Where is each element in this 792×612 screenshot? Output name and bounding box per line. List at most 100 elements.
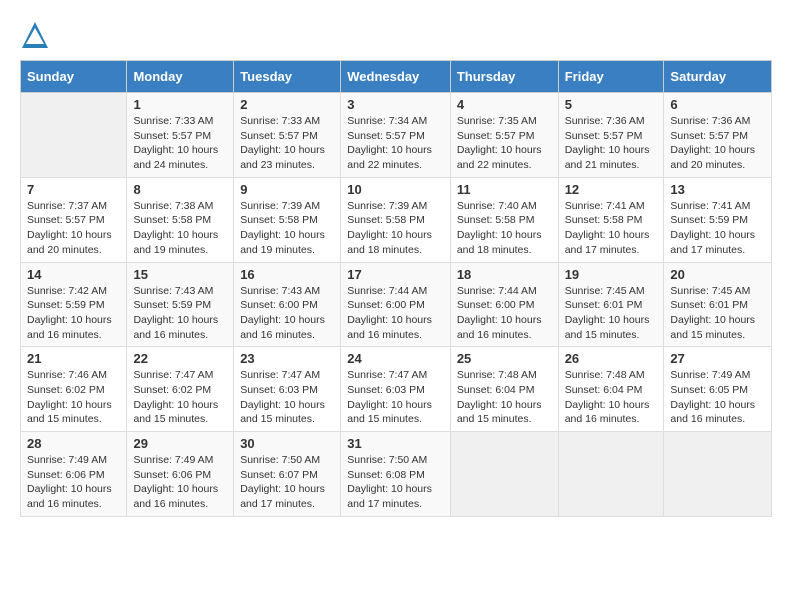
day-cell: 10Sunrise: 7:39 AM Sunset: 5:58 PM Dayli… [341,177,451,262]
day-info: Sunrise: 7:33 AM Sunset: 5:57 PM Dayligh… [133,114,227,173]
week-row-4: 21 Sunrise: 7:46 AM Sunset: 6:02 PM Dayli… [21,347,772,432]
day-cell: 13Sunrise: 7:41 AM Sunset: 5:59 PM Dayli… [664,177,772,262]
day-info: Sunrise: 7:50 AM Sunset: 6:08 PM Dayligh… [347,453,444,512]
day-info: Sunrise: 7:33 AM Sunset: 5:57 PM Dayligh… [240,114,334,173]
day-number: 23 [240,351,334,366]
day-info: Sunrise: 7:42 AM Sunset: 5:59 PM Dayligh… [27,284,120,343]
day-info: Sunrise: 7:35 AM Sunset: 5:57 PM Dayligh… [457,114,552,173]
day-cell: 9 Sunrise: 7:39 AM Sunset: 5:58 PM Daylig… [234,177,341,262]
day-number: 29 [133,436,227,451]
day-info: Sunrise: 7:47 AM Sunset: 6:02 PM Dayligh… [133,368,227,427]
day-cell: 29 Sunrise: 7:49 AM Sunset: 6:06 PM Dayli… [127,432,234,517]
day-cell [558,432,664,517]
day-cell: 6 Sunrise: 7:36 AM Sunset: 5:57 PM Daylig… [664,93,772,178]
logo-icon [20,20,50,50]
day-number: 30 [240,436,334,451]
day-number: 7 [27,182,120,197]
day-cell [21,93,127,178]
day-info: Sunrise: 7:39 AM Sunset: 5:58 PM Dayligh… [240,199,334,258]
day-number: 20 [670,267,765,282]
week-row-3: 14 Sunrise: 7:42 AM Sunset: 5:59 PM Dayli… [21,262,772,347]
day-info: Sunrise: 7:41 AM Sunset: 5:58 PM Dayligh… [565,199,658,258]
day-number: 9 [240,182,334,197]
header-friday: Friday [558,61,664,93]
day-cell: 4 Sunrise: 7:35 AM Sunset: 5:57 PM Daylig… [450,93,558,178]
day-number: 28 [27,436,120,451]
day-info: Sunrise: 7:48 AM Sunset: 6:04 PM Dayligh… [457,368,552,427]
day-number: 11 [457,182,552,197]
day-number: 16 [240,267,334,282]
day-cell: 2 Sunrise: 7:33 AM Sunset: 5:57 PM Daylig… [234,93,341,178]
day-number: 18 [457,267,552,282]
day-cell: 30Sunrise: 7:50 AM Sunset: 6:07 PM Dayli… [234,432,341,517]
day-cell: 15 Sunrise: 7:43 AM Sunset: 5:59 PM Dayli… [127,262,234,347]
day-number: 14 [27,267,120,282]
day-info: Sunrise: 7:44 AM Sunset: 6:00 PM Dayligh… [457,284,552,343]
day-cell: 7Sunrise: 7:37 AM Sunset: 5:57 PM Daylig… [21,177,127,262]
header-thursday: Thursday [450,61,558,93]
header-tuesday: Tuesday [234,61,341,93]
day-cell: 16 Sunrise: 7:43 AM Sunset: 6:00 PM Dayli… [234,262,341,347]
day-cell: 27 Sunrise: 7:49 AM Sunset: 6:05 PM Dayli… [664,347,772,432]
day-number: 25 [457,351,552,366]
day-cell: 14 Sunrise: 7:42 AM Sunset: 5:59 PM Dayli… [21,262,127,347]
day-cell [450,432,558,517]
header-row: SundayMondayTuesdayWednesdayThursdayFrid… [21,61,772,93]
day-info: Sunrise: 7:44 AM Sunset: 6:00 PM Dayligh… [347,284,444,343]
day-number: 10 [347,182,444,197]
week-row-1: 1 Sunrise: 7:33 AM Sunset: 5:57 PM Daylig… [21,93,772,178]
week-row-5: 28 Sunrise: 7:49 AM Sunset: 6:06 PM Dayli… [21,432,772,517]
day-number: 15 [133,267,227,282]
header-saturday: Saturday [664,61,772,93]
day-info: Sunrise: 7:40 AM Sunset: 5:58 PM Dayligh… [457,199,552,258]
day-info: Sunrise: 7:36 AM Sunset: 5:57 PM Dayligh… [670,114,765,173]
day-cell: 21 Sunrise: 7:46 AM Sunset: 6:02 PM Dayli… [21,347,127,432]
day-number: 1 [133,97,227,112]
day-number: 5 [565,97,658,112]
day-info: Sunrise: 7:45 AM Sunset: 6:01 PM Dayligh… [565,284,658,343]
day-number: 4 [457,97,552,112]
day-cell: 31 Sunrise: 7:50 AM Sunset: 6:08 PM Dayli… [341,432,451,517]
day-cell: 8 Sunrise: 7:38 AM Sunset: 5:58 PM Daylig… [127,177,234,262]
day-cell: 22 Sunrise: 7:47 AM Sunset: 6:02 PM Dayli… [127,347,234,432]
day-number: 12 [565,182,658,197]
day-info: Sunrise: 7:47 AM Sunset: 6:03 PM Dayligh… [347,368,444,427]
day-info: Sunrise: 7:49 AM Sunset: 6:05 PM Dayligh… [670,368,765,427]
day-cell: 25 Sunrise: 7:48 AM Sunset: 6:04 PM Dayli… [450,347,558,432]
week-row-2: 7Sunrise: 7:37 AM Sunset: 5:57 PM Daylig… [21,177,772,262]
calendar-table: SundayMondayTuesdayWednesdayThursdayFrid… [20,60,772,517]
day-cell: 11 Sunrise: 7:40 AM Sunset: 5:58 PM Dayli… [450,177,558,262]
day-cell: 19 Sunrise: 7:45 AM Sunset: 6:01 PM Dayli… [558,262,664,347]
day-number: 31 [347,436,444,451]
day-number: 8 [133,182,227,197]
day-info: Sunrise: 7:36 AM Sunset: 5:57 PM Dayligh… [565,114,658,173]
day-info: Sunrise: 7:43 AM Sunset: 5:59 PM Dayligh… [133,284,227,343]
day-number: 26 [565,351,658,366]
day-info: Sunrise: 7:45 AM Sunset: 6:01 PM Dayligh… [670,284,765,343]
day-info: Sunrise: 7:38 AM Sunset: 5:58 PM Dayligh… [133,199,227,258]
header-sunday: Sunday [21,61,127,93]
day-info: Sunrise: 7:43 AM Sunset: 6:00 PM Dayligh… [240,284,334,343]
day-cell: 23Sunrise: 7:47 AM Sunset: 6:03 PM Dayli… [234,347,341,432]
day-info: Sunrise: 7:49 AM Sunset: 6:06 PM Dayligh… [27,453,120,512]
day-cell: 28 Sunrise: 7:49 AM Sunset: 6:06 PM Dayli… [21,432,127,517]
day-cell: 1 Sunrise: 7:33 AM Sunset: 5:57 PM Daylig… [127,93,234,178]
header-monday: Monday [127,61,234,93]
day-number: 2 [240,97,334,112]
day-info: Sunrise: 7:48 AM Sunset: 6:04 PM Dayligh… [565,368,658,427]
day-number: 17 [347,267,444,282]
day-number: 21 [27,351,120,366]
day-cell: 17 Sunrise: 7:44 AM Sunset: 6:00 PM Dayli… [341,262,451,347]
day-cell [664,432,772,517]
day-cell: 24Sunrise: 7:47 AM Sunset: 6:03 PM Dayli… [341,347,451,432]
day-number: 6 [670,97,765,112]
day-number: 27 [670,351,765,366]
day-info: Sunrise: 7:49 AM Sunset: 6:06 PM Dayligh… [133,453,227,512]
day-info: Sunrise: 7:34 AM Sunset: 5:57 PM Dayligh… [347,114,444,173]
day-cell: 20 Sunrise: 7:45 AM Sunset: 6:01 PM Dayli… [664,262,772,347]
header-wednesday: Wednesday [341,61,451,93]
day-number: 22 [133,351,227,366]
day-number: 19 [565,267,658,282]
day-cell: 12 Sunrise: 7:41 AM Sunset: 5:58 PM Dayli… [558,177,664,262]
day-info: Sunrise: 7:46 AM Sunset: 6:02 PM Dayligh… [27,368,120,427]
